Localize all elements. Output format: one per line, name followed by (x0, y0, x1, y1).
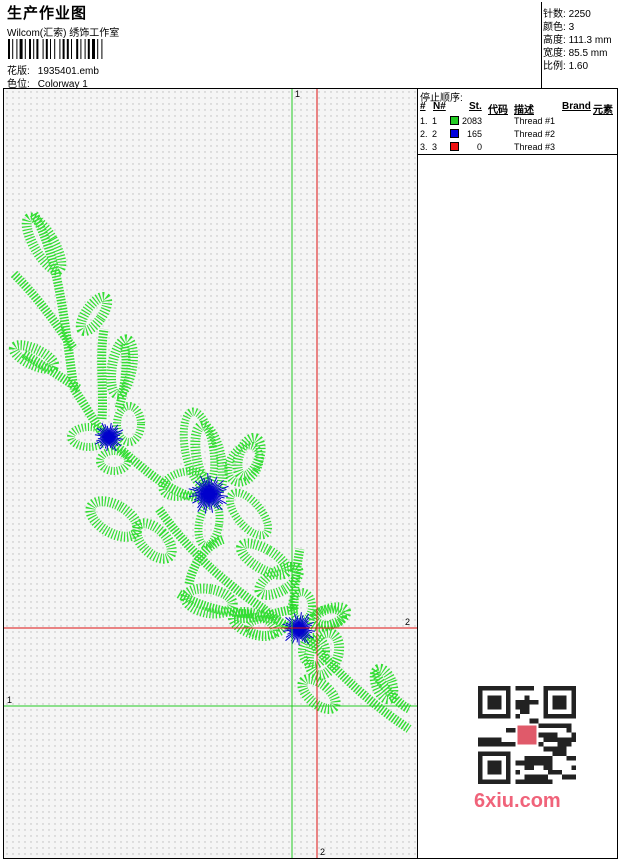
col-header-desc: 描述 (514, 105, 534, 116)
axis-label-left: 1 (7, 695, 13, 705)
row-index: 2. (420, 129, 428, 139)
barcode (8, 39, 103, 59)
qr-code (478, 686, 576, 784)
embroidery-preview (4, 89, 417, 858)
row-desc: Thread #3 (514, 142, 556, 152)
design-canvas: 1 2 1 2 (4, 89, 418, 858)
row-index: 3. (420, 142, 428, 152)
stat-value: 1.60 (568, 61, 589, 72)
stat-scale: 比例: 1.60 (543, 57, 588, 72)
stat-label: 比例: (543, 61, 566, 72)
page-title: 生产作业图 (7, 5, 88, 22)
axis-label-bottom: 2 (320, 847, 326, 857)
col-header-stitches: St. (469, 101, 482, 112)
color-swatch (450, 116, 459, 125)
row-desc: Thread #2 (514, 129, 556, 139)
production-sheet: 生产作业图 Wilcom(汇索) 绣饰工作室 花版: 1935401.emb 色… (0, 0, 620, 861)
stats-panel: 针数: 2250 颜色: 3 高度: 111.3 mm 宽度: 85.5 mm … (541, 2, 620, 88)
table-row: 1. 1 2083 Thread #1 (418, 116, 617, 129)
row-stitches: 2083 (462, 116, 483, 126)
col-header-element: 元素 (593, 105, 613, 116)
row-n: 3 (432, 142, 438, 152)
watermark-logo: 6xiu.com (474, 790, 561, 812)
row-n: 2 (432, 129, 438, 139)
header-info: 生产作业图 Wilcom(汇索) 绣饰工作室 花版: 1935401.emb 色… (5, 2, 540, 90)
table-row: 2. 2 165 Thread #2 (418, 129, 617, 142)
divider (418, 154, 617, 155)
row-n: 1 (432, 116, 438, 126)
axis-label-right: 2 (405, 617, 411, 627)
col-header-index: # (420, 101, 426, 112)
col-header-n: N# (433, 101, 446, 112)
col-header-code: 代码 (488, 105, 508, 116)
axis-label-top: 1 (295, 89, 301, 99)
row-index: 1. (420, 116, 428, 126)
color-swatch (450, 142, 459, 151)
row-stitches: 0 (476, 142, 482, 152)
row-stitches: 165 (466, 129, 482, 139)
company-name: Wilcom(汇索) 绣饰工作室 (7, 28, 120, 39)
color-swatch (450, 129, 459, 138)
row-desc: Thread #1 (514, 116, 556, 126)
col-header-brand: Brand (562, 101, 591, 112)
